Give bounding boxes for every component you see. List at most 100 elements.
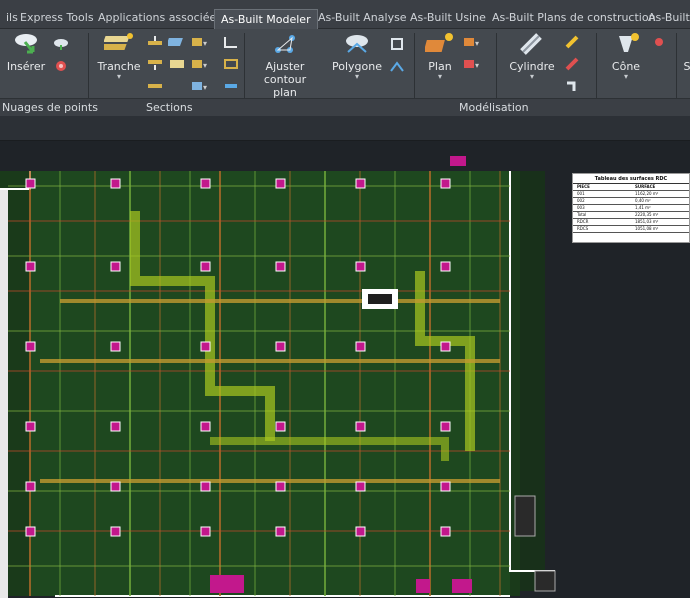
structural-column (200, 178, 211, 189)
section-mid-icon[interactable] (146, 78, 164, 92)
structural-column (275, 178, 286, 189)
surface-table-header: PIECE SURFACE (573, 184, 689, 191)
structural-column (110, 421, 121, 432)
ribbon-group-labels: Nuages de points Sections Modélisation (0, 98, 690, 117)
structural-column (440, 178, 451, 189)
cylinder-option-1-icon[interactable] (564, 34, 582, 49)
edge-button[interactable]: S (680, 32, 690, 73)
cylindre-button[interactable]: Cylindre ▾ (506, 32, 558, 81)
structural-column (440, 261, 451, 272)
structural-column (25, 481, 36, 492)
structural-column (355, 178, 366, 189)
structural-column (110, 341, 121, 352)
structural-column (200, 261, 211, 272)
section-plane-icon[interactable] (165, 34, 186, 48)
cone-icon (611, 32, 641, 56)
surface-table-title: Tableau des surfaces RDC (573, 174, 689, 184)
section-down-icon[interactable] (146, 56, 164, 70)
plan-button[interactable]: Plan ▾ (422, 32, 458, 81)
structural-column (200, 421, 211, 432)
table-row: RDCS 1051,08 m² (573, 226, 689, 233)
structural-column (110, 481, 121, 492)
section-extra-3-icon[interactable] (222, 78, 240, 92)
polygon-option-1-icon[interactable] (388, 36, 406, 50)
group-label-sections: Sections (146, 101, 193, 114)
tab-as-built-s[interactable]: As-Built S (642, 8, 690, 28)
cloud-settings-icon[interactable] (52, 36, 70, 50)
svg-text:▾: ▾ (203, 39, 207, 48)
plan-option-1-icon[interactable]: ▾ (462, 34, 480, 48)
structural-column (440, 526, 451, 537)
polygone-button[interactable]: Polygone ▾ (332, 32, 382, 81)
viewport-header (0, 116, 690, 141)
section-options-icon[interactable]: ▾ (190, 34, 208, 48)
inserer-button[interactable]: Insérer (4, 32, 48, 73)
structural-column (355, 261, 366, 272)
structural-column (200, 481, 211, 492)
ajuster-contour-plan-button[interactable]: Ajuster contour plan (246, 32, 324, 99)
plan-option-2-icon[interactable]: ▾ (462, 56, 480, 70)
structural-column (275, 341, 286, 352)
table-row: Total 2220,35 m² (573, 212, 689, 219)
structural-column (110, 178, 121, 189)
slice-icon (100, 32, 134, 56)
tab-applications-associees[interactable]: Applications associées (92, 8, 228, 28)
section-align-icon[interactable]: ▾ (190, 78, 208, 92)
structural-column (355, 481, 366, 492)
structural-column (275, 261, 286, 272)
structural-column (25, 421, 36, 432)
table-row: 003 1,41 m² (573, 205, 689, 212)
group-label-modelisation: Modélisation (459, 101, 529, 114)
svg-text:▾: ▾ (475, 39, 479, 48)
structural-column (355, 526, 366, 537)
plane-fit-icon (423, 32, 455, 56)
section-up-icon[interactable] (146, 34, 164, 48)
polygon-icon (342, 32, 372, 56)
tranche-button[interactable]: Tranche ▾ (96, 32, 142, 81)
tab-express-tools[interactable]: Express Tools (14, 8, 100, 28)
structural-column (200, 341, 211, 352)
structural-column (275, 421, 286, 432)
tab-as-built-plans-construction[interactable]: As-Built Plans de construction (486, 8, 662, 28)
cone-option-icon[interactable] (650, 34, 668, 48)
structural-column (440, 481, 451, 492)
tab-as-built-analyse[interactable]: As-Built Analyse (312, 8, 413, 28)
cylinder-option-2-icon[interactable] (564, 56, 582, 71)
structural-column (440, 421, 451, 432)
surface-table: Tableau des surfaces RDC PIECE SURFACE 0… (572, 173, 690, 243)
fit-contour-icon (270, 32, 300, 56)
cone-button[interactable]: Cône ▾ (604, 32, 648, 81)
table-row: 002 0,40 m² (573, 198, 689, 205)
structural-column (25, 341, 36, 352)
structural-column (25, 178, 36, 189)
structural-column (275, 526, 286, 537)
structural-column (355, 421, 366, 432)
structural-column (25, 526, 36, 537)
cylinder-option-3-icon[interactable] (564, 78, 582, 92)
table-row: 001 1162,20 m² (573, 191, 689, 198)
tab-as-built-usine[interactable]: As-Built Usine (404, 8, 492, 28)
cylinder-icon (517, 32, 547, 56)
svg-text:▾: ▾ (203, 83, 207, 92)
group-label-nuages: Nuages de points (2, 101, 98, 114)
ribbon-tab-bar: ils Express Tools Applications associées… (0, 0, 690, 29)
structural-column (440, 341, 451, 352)
structural-column (25, 261, 36, 272)
table-row: RDCR 1851,03 m² (573, 219, 689, 226)
section-rotate-icon[interactable]: ▾ (190, 56, 208, 70)
section-extra-1-icon[interactable] (222, 34, 240, 48)
section-extra-2-icon[interactable] (222, 56, 240, 70)
point-cloud-insert-icon (11, 32, 41, 56)
structural-column (275, 481, 286, 492)
structural-column (110, 526, 121, 537)
svg-text:▾: ▾ (475, 61, 479, 70)
structural-column (355, 341, 366, 352)
tab-as-built-modeler[interactable]: As-Built Modeler (214, 9, 318, 29)
structural-column (200, 526, 211, 537)
drawing-canvas[interactable]: Tableau des surfaces RDC PIECE SURFACE 0… (0, 141, 690, 598)
structural-column (110, 261, 121, 272)
section-copy-icon[interactable] (168, 56, 186, 70)
cloud-color-icon[interactable] (52, 58, 70, 72)
polygon-option-2-icon[interactable] (388, 58, 406, 72)
svg-text:▾: ▾ (203, 61, 207, 70)
